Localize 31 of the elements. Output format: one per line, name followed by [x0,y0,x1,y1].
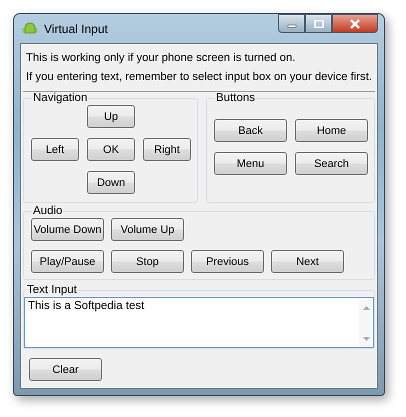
close-icon [349,18,361,28]
navigation-button[interactable]: Right [143,138,191,161]
info-text: This is working only if your phone screen is turned on. [26,51,296,66]
scroll-bar[interactable] [359,300,373,347]
android-icon [22,22,38,36]
audio-button[interactable]: Volume Up [111,218,184,241]
navigation-button[interactable]: Down [87,171,135,194]
group-title: Text Input [26,284,78,297]
window-title: Virtual Input [44,22,108,36]
navigation-button[interactable]: Up [87,105,135,128]
maximize-icon [314,20,324,28]
phone-button[interactable]: Search [295,152,368,175]
phone-button[interactable]: Back [214,119,287,142]
audio-button[interactable]: Next [271,250,344,273]
phone-button[interactable]: Menu [214,152,287,175]
minimize-button[interactable] [278,14,305,33]
group-title: Audio [32,205,64,218]
group-title: Navigation [32,92,88,105]
close-button[interactable] [332,14,378,33]
audio-button[interactable]: Stop [111,250,184,273]
group-title: Buttons [215,92,256,105]
text-area[interactable]: This is a Softpedia test [24,297,374,348]
maximize-button[interactable] [305,14,332,33]
audio-button[interactable]: Volume Down [31,218,104,241]
audio-button[interactable]: Play/Pause [31,250,104,273]
navigation-button[interactable]: Left [31,138,79,161]
info-text: If you entering text, remember to select input box on your device first. [26,70,373,85]
phone-button[interactable]: Home [295,119,368,142]
navigation-button[interactable]: OK [87,138,135,161]
clear-button[interactable]: Clear [29,358,102,381]
audio-button[interactable]: Previous [191,250,264,273]
